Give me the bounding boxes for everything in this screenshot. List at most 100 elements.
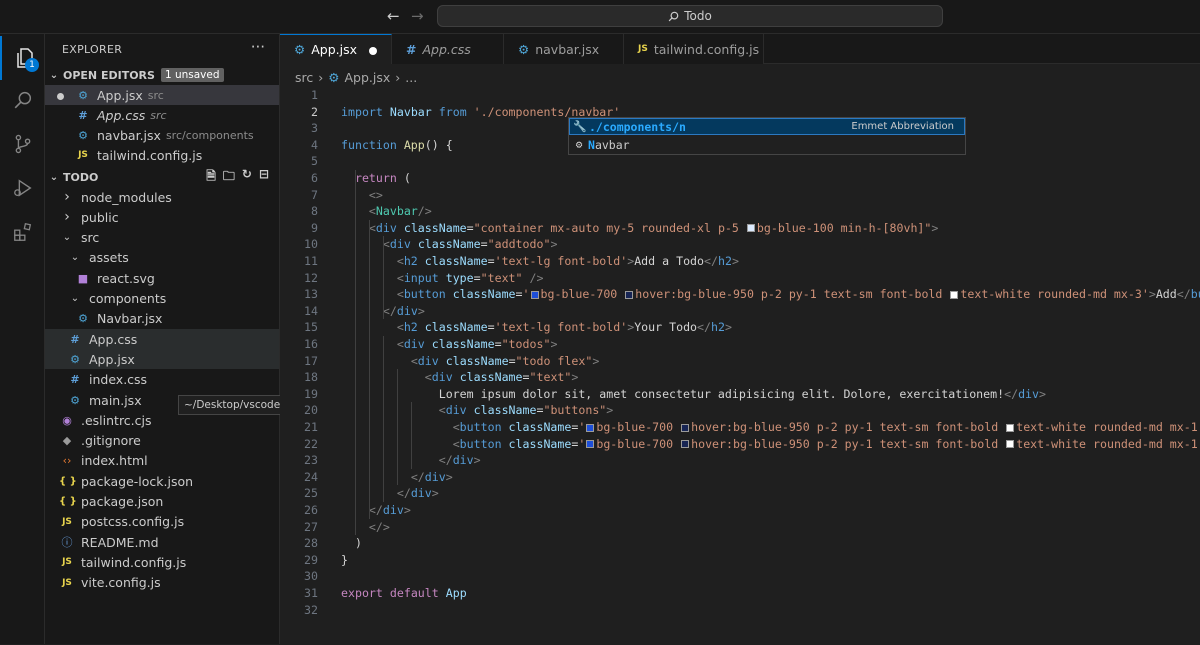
line-number: 17 xyxy=(304,353,318,368)
code-token: "text" xyxy=(529,370,572,385)
tree-file[interactable]: ⚙ App.jsx xyxy=(45,349,279,370)
tab-app-jsx[interactable]: ⚙ App.jsx xyxy=(280,34,392,64)
code-text: export default App xyxy=(341,585,467,602)
line-number: 5 xyxy=(311,154,318,169)
indent-guide xyxy=(397,369,398,486)
code-line: 14 </div> xyxy=(280,303,1200,320)
explorer-activity[interactable]: 1 xyxy=(0,36,45,80)
color-swatch-icon[interactable] xyxy=(950,290,959,299)
tree-file[interactable]: JS postcss.config.js xyxy=(45,512,279,532)
chevron-right-icon: › xyxy=(64,189,70,205)
arrow-right-icon[interactable]: → xyxy=(411,7,424,25)
run-debug-activity[interactable] xyxy=(0,166,45,210)
tree-file[interactable]: ‹› index.html xyxy=(45,451,279,471)
arrow-left-icon[interactable]: ← xyxy=(387,7,400,25)
code-token: Add a Todo xyxy=(634,254,705,268)
breadcrumb-item[interactable]: src xyxy=(295,70,313,85)
code-line: 32 xyxy=(280,602,1200,619)
code-token: div xyxy=(417,353,439,368)
code-token: h2 xyxy=(403,254,418,268)
color-swatch-icon[interactable] xyxy=(746,224,755,233)
code-token: </ xyxy=(368,503,383,517)
color-swatch-icon[interactable] xyxy=(1006,423,1015,432)
suggestion-detail: Emmet Abbreviation xyxy=(851,121,954,132)
folder-section-header[interactable]: ⌄ TODO 🗎 🗀 ↻ ⊟ xyxy=(45,167,279,187)
code-token: < xyxy=(396,320,404,335)
json-icon: { } xyxy=(59,475,77,487)
command-center-search[interactable]: Todo xyxy=(437,5,943,27)
color-swatch-icon[interactable] xyxy=(586,440,595,449)
tree-folder[interactable]: › public xyxy=(45,207,279,227)
open-editor-item[interactable]: ⚙ App.jsx src xyxy=(45,85,279,105)
tree-file[interactable]: ◆ .gitignore xyxy=(45,431,279,451)
new-file-icon[interactable]: 🗎 xyxy=(206,167,216,188)
tree-file[interactable]: { } package-lock.json xyxy=(45,471,279,491)
color-swatch-icon[interactable] xyxy=(681,423,690,432)
tree-folder[interactable]: ⌄ assets xyxy=(45,248,279,268)
suggestion-item[interactable]: ⚙ Navbar xyxy=(569,136,965,153)
refresh-icon[interactable]: ↻ xyxy=(242,167,252,188)
code-token: Navbar xyxy=(389,104,432,119)
code-line: 16 <div className="todos"> xyxy=(280,336,1200,353)
code-token: </ xyxy=(1004,386,1019,401)
tree-folder[interactable]: ⌄ components xyxy=(45,289,279,309)
collapse-all-icon[interactable]: ⊟ xyxy=(259,167,269,188)
search-activity[interactable] xyxy=(0,78,45,122)
explorer-sidebar: EXPLORER ··· ⌄ OPEN EDITORS 1 unsaved ⚙ … xyxy=(45,34,377,644)
code-token: > xyxy=(606,403,614,418)
code-token: > xyxy=(550,337,558,351)
chevron-down-icon: ⌄ xyxy=(70,252,80,264)
code-token: > xyxy=(931,220,939,235)
tree-file[interactable]: { } package.json xyxy=(45,492,279,512)
tree-file[interactable]: # App.css xyxy=(45,329,279,350)
line-number: 22 xyxy=(304,436,318,451)
code-token: = xyxy=(508,353,516,368)
code-token: /> xyxy=(417,204,432,219)
color-swatch-icon[interactable] xyxy=(530,290,539,299)
css-icon: # xyxy=(70,332,80,346)
code-text: } xyxy=(341,552,348,569)
open-editors-header[interactable]: ⌄ OPEN EDITORS 1 unsaved xyxy=(45,65,279,85)
open-editor-item[interactable]: # App.css src xyxy=(45,105,279,125)
open-editor-item[interactable]: ⚙ navbar.jsx src/components xyxy=(45,125,279,145)
color-swatch-icon[interactable] xyxy=(681,440,690,449)
tree-file[interactable]: ⚙ Navbar.jsx xyxy=(45,309,279,329)
code-token: > xyxy=(473,453,481,468)
tab-app-css[interactable]: # App.css xyxy=(392,34,504,64)
unsaved-dot-icon[interactable] xyxy=(369,47,377,55)
tab-tailwind-config[interactable]: JS tailwind.config.js xyxy=(624,34,764,64)
breadcrumb-item[interactable]: App.jsx xyxy=(344,70,390,85)
suggestion-item[interactable]: 🔧 ./components/n Emmet Abbreviation xyxy=(569,118,965,135)
new-folder-icon[interactable]: 🗀 xyxy=(223,167,235,188)
tree-file[interactable]: ■ react.svg xyxy=(45,268,279,288)
code-token: <> xyxy=(368,187,383,202)
tree-file[interactable]: JS vite.config.js xyxy=(45,573,279,593)
code-token: className xyxy=(431,337,495,351)
more-actions-icon[interactable]: ··· xyxy=(251,38,265,56)
line-number: 26 xyxy=(304,503,318,517)
code-token: button xyxy=(403,287,446,302)
color-swatch-icon[interactable] xyxy=(625,290,634,299)
source-control-activity[interactable] xyxy=(0,122,45,166)
tab-navbar-jsx[interactable]: ⚙ navbar.jsx xyxy=(504,34,624,64)
code-line: 28 ) xyxy=(280,535,1200,552)
tree-file[interactable]: # index.css xyxy=(45,370,279,390)
folder-root-title: TODO xyxy=(63,170,99,184)
tree-file[interactable]: ⓘ README.md xyxy=(45,532,279,552)
line-number: 13 xyxy=(304,287,318,302)
open-editor-item[interactable]: JS tailwind.config.js xyxy=(45,145,279,165)
color-swatch-icon[interactable] xyxy=(586,423,595,432)
breadcrumb-item[interactable]: ... xyxy=(405,70,417,85)
color-swatch-icon[interactable] xyxy=(1006,440,1015,449)
indent-guide xyxy=(369,219,370,519)
code-editor[interactable]: 1 2 import Navbar from './components/navba… xyxy=(280,85,1200,645)
extensions-activity[interactable] xyxy=(0,210,45,254)
code-token: div xyxy=(382,503,404,517)
tree-folder[interactable]: › node_modules xyxy=(45,187,279,207)
tree-folder[interactable]: ⌄ src xyxy=(45,228,279,248)
code-token: </ xyxy=(382,303,397,318)
tree-file[interactable]: JS tailwind.config.js xyxy=(45,552,279,572)
